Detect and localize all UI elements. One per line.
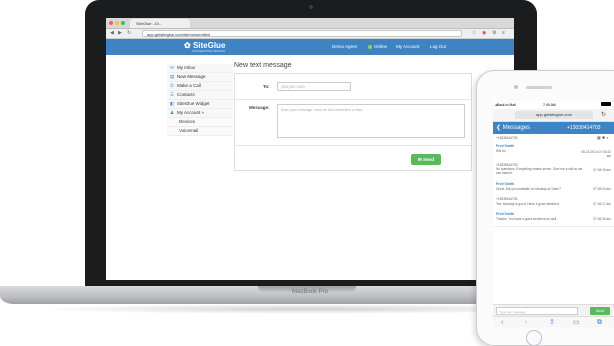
demo-agent-label: Demo Agent <box>332 44 357 49</box>
sidebar-item-my-account[interactable]: ♟ My Account » <box>167 109 233 118</box>
send-icon: ✉ <box>417 157 422 162</box>
laptop-screen: SiteGlue - Di... ◀ ▶ ↻ app.getsiteglue.c… <box>106 18 514 280</box>
sidebar-item-siteglue-widget[interactable]: ◧ SiteGlue Widget <box>167 100 233 109</box>
message-text: Will do <box>496 149 506 153</box>
message-time: 06-15-2014 07:03:22 am <box>581 150 611 158</box>
action-icons[interactable]: ▦ ✱ ⌕ <box>597 135 609 140</box>
divider <box>235 145 471 146</box>
my-account-link[interactable]: My Account <box>396 43 419 51</box>
minimize-window-button[interactable] <box>115 21 119 25</box>
message-text: Yes. Monday is good. Have a good weekend… <box>496 202 560 206</box>
new-message-form: To: (555) 867-5309 Message: Enter your m… <box>234 73 472 171</box>
contact-number: +13039414703 <box>567 125 601 131</box>
phone-status-bar: ◂Back to Mail 7:49 AM <box>493 101 614 109</box>
reload-icon[interactable]: ↻ <box>127 30 131 37</box>
online-status-icon <box>368 45 372 49</box>
message-time: 07:45:15 am <box>593 168 611 172</box>
bookmarks-icon[interactable]: ▭ <box>573 318 580 327</box>
back-icon[interactable]: ‹ <box>501 318 503 327</box>
phone-camera <box>514 85 518 89</box>
tabs-icon[interactable]: ⧉ <box>597 318 602 327</box>
sender-name: Fred Smith <box>496 212 515 216</box>
forward-icon[interactable]: › <box>525 318 527 327</box>
sidebar-item-voicemail[interactable]: Voicemail <box>167 127 233 136</box>
compose-input[interactable]: Type your message <box>496 307 578 315</box>
message-row: Fred Smith Will do 06-15-2014 07:03:22 a… <box>493 142 614 162</box>
message-row: Fred Smith Thanks. You have a good weeke… <box>493 210 614 227</box>
menu-icon[interactable]: ≡ <box>502 30 505 37</box>
sidebar-item-make-a-call[interactable]: ✆ Make a Call <box>167 82 233 91</box>
url-input[interactable]: app.getsiteglue.com/demo/sendtext <box>142 30 462 37</box>
phone-url-field[interactable]: app.getsiteglue.com <box>515 111 593 119</box>
account-icon: ♟ <box>170 110 175 115</box>
message-time: 07:46:17 am <box>593 202 611 206</box>
widget-icon: ◧ <box>170 101 175 106</box>
message-row: +13039414703 No questions. Everything ma… <box>493 161 614 181</box>
browser-tab[interactable]: SiteGlue - Di... <box>130 19 190 28</box>
messages-header: ❮ Messages +13039414703 <box>493 122 614 134</box>
online-status-label: Online <box>374 44 388 49</box>
message-text: Thanks. You have a good weekend as well. <box>496 217 558 221</box>
compose-icon: ▤ <box>170 74 175 79</box>
zoom-window-button[interactable] <box>121 21 125 25</box>
message-row: Fred Smith Great. Are you available on M… <box>493 180 614 196</box>
message-text: No questions. Everything makes sense. Gi… <box>496 167 583 175</box>
messages-back-button[interactable]: ❮ Messages <box>496 124 530 131</box>
safari-toolbar: ‹ › ⇧ ▭ ⧉ <box>493 316 614 327</box>
message-time: 07:46:36 am <box>593 217 611 221</box>
inbox-icon: ✉ <box>170 65 174 70</box>
sidebar: ✉ My Inbox ▤ New Message ✆ Make a Call ☰ Con… <box>167 64 233 136</box>
sidebar-item-new-message[interactable]: ▤ New Message <box>167 73 233 82</box>
phone-screen: ◂Back to Mail 7:49 AM app.getsiteglue.co… <box>493 101 614 327</box>
browser-address-bar: ◀ ▶ ↻ app.getsiteglue.com/demo/sendtext … <box>106 29 514 39</box>
sidebar-item-contacts[interactable]: ☰ Contacts <box>167 91 233 100</box>
phone-send-button[interactable]: Send <box>590 307 610 315</box>
to-input[interactable]: (555) 867-5309 <box>277 82 351 91</box>
browser-tab-bar: SiteGlue - Di... <box>106 18 514 29</box>
settings-icon[interactable]: ⚙ <box>492 30 496 37</box>
smartphone: ◂Back to Mail 7:49 AM app.getsiteglue.co… <box>476 70 614 346</box>
laptop-camera <box>309 5 313 9</box>
message-label: Message: <box>249 105 270 110</box>
bookmark-icon[interactable]: ☆ <box>472 30 476 37</box>
send-button[interactable]: ✉ Send <box>411 154 441 165</box>
sender-name: Fred Smith <box>496 182 515 186</box>
divider <box>235 99 471 100</box>
phone-address-bar: app.getsiteglue.com ↻ <box>493 109 614 122</box>
forward-icon[interactable]: ▶ <box>118 30 122 37</box>
close-window-button[interactable] <box>109 21 113 25</box>
share-icon[interactable]: ⇧ <box>549 318 555 327</box>
page-title: New text message <box>234 62 292 69</box>
logout-link[interactable]: Log Out <box>430 43 446 51</box>
extension-icon[interactable]: ◉ <box>482 30 486 37</box>
reload-icon[interactable]: ↻ <box>601 111 606 118</box>
sender-name: Fred Smith <box>496 144 515 148</box>
sender-number: +13039414703 <box>496 197 518 201</box>
sidebar-item-devices[interactable]: Devices <box>167 118 233 127</box>
phone-icon: ✆ <box>170 83 174 88</box>
message-text: Great. Are you available on Monday at 10… <box>496 187 561 191</box>
logo-tagline: CONNECTING PEOPLE <box>192 49 226 53</box>
chevron-icon: » <box>201 110 205 115</box>
back-icon[interactable]: ◀ <box>110 30 114 37</box>
sidebar-item-my-inbox[interactable]: ✉ My Inbox <box>167 64 233 73</box>
site-header: ✿ SiteGlue CONNECTING PEOPLE Demo Agent … <box>106 39 514 55</box>
battery-icon <box>601 102 611 106</box>
conversation-number: +13039414703 <box>496 136 518 140</box>
message-textarea[interactable]: Enter your message, must be 160 characte… <box>277 104 465 138</box>
phone-speaker <box>526 86 552 89</box>
contacts-icon: ☰ <box>170 92 175 97</box>
laptop-brand-label: MacBook Pro <box>291 289 328 295</box>
to-label: To: <box>263 84 270 89</box>
message-time: 07:45:44 am <box>593 187 611 191</box>
back-to-mail-link[interactable]: ◂Back to Mail <box>495 103 516 107</box>
message-row: +13039414703 Yes. Monday is good. Have a… <box>493 195 614 211</box>
status-time: 7:49 AM <box>543 103 556 107</box>
